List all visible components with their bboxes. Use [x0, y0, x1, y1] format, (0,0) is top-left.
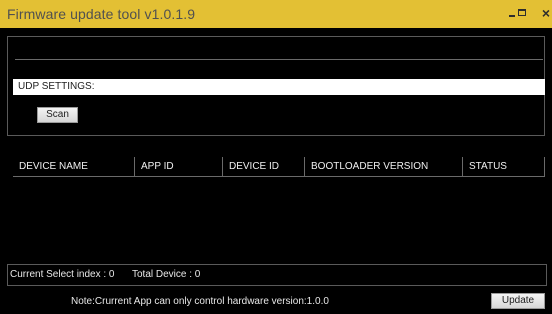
column-header-device-id[interactable]: DEVICE ID — [223, 157, 305, 176]
update-button[interactable]: Update — [491, 293, 545, 309]
device-table-header: DEVICE NAME APP ID DEVICE ID BOOTLOADER … — [13, 157, 545, 177]
status-box: Current Select index : 0 Total Device : … — [7, 264, 547, 286]
window-title: Firmware update tool v1.0.1.9 — [7, 6, 196, 22]
maximize-icon — [518, 9, 526, 16]
column-header-app-id[interactable]: APP ID — [135, 157, 223, 176]
column-header-bootloader-version[interactable]: BOOTLOADER VERSION — [305, 157, 463, 176]
device-table-body[interactable] — [13, 178, 545, 256]
app-window: Firmware update tool v1.0.1.9 × UDP SETT… — [0, 0, 552, 314]
column-header-status[interactable]: STATUS — [463, 157, 545, 176]
close-button[interactable]: × — [538, 4, 552, 22]
total-device-count: Total Device : 0 — [132, 269, 201, 280]
current-select-index: Current Select index : 0 — [10, 269, 115, 280]
udp-settings-bar: UDP SETTINGS: — [13, 79, 545, 95]
separator — [15, 59, 543, 60]
close-icon: × — [541, 5, 551, 21]
udp-settings-label: UDP SETTINGS: — [18, 81, 95, 92]
hardware-version-note: Note:Crurrent App can only control hardw… — [71, 296, 329, 307]
maximize-button[interactable] — [515, 4, 531, 22]
column-header-device-name[interactable]: DEVICE NAME — [13, 157, 135, 176]
scan-button[interactable]: Scan — [37, 107, 78, 123]
title-bar[interactable]: Firmware update tool v1.0.1.9 × — [0, 0, 552, 28]
